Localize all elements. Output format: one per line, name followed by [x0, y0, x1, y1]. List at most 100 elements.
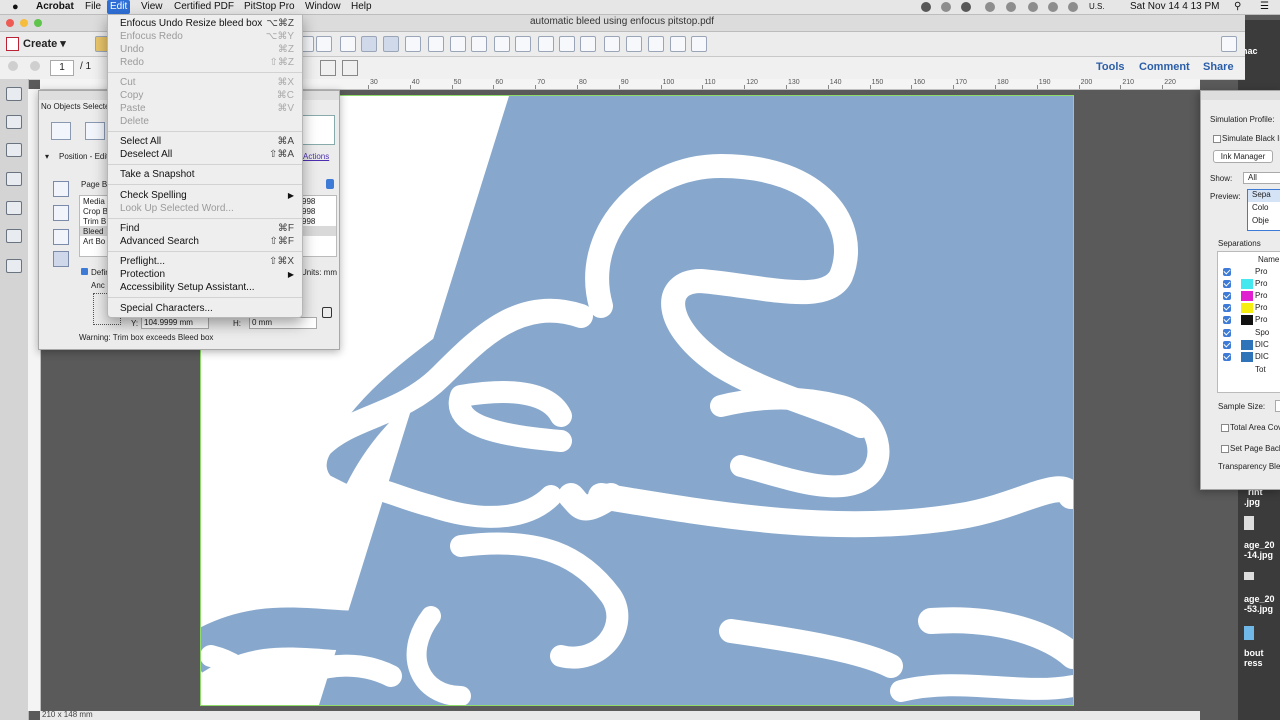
share-link[interactable]: Share	[1203, 61, 1234, 73]
separation-row[interactable]: Pro	[1201, 302, 1280, 314]
pitstop-tool-icon[interactable]	[316, 36, 332, 52]
select-arrow-icon[interactable]	[340, 36, 356, 52]
height-input[interactable]: 0 mm	[249, 317, 317, 329]
fullscreen-icon[interactable]	[1221, 36, 1237, 52]
simulate-black-checkbox[interactable]	[1213, 135, 1221, 143]
menu-item-select-all[interactable]: Select All ⌘A	[108, 135, 302, 148]
volume-icon[interactable]	[1068, 2, 1078, 12]
page-number-input[interactable]: 1	[50, 60, 74, 76]
menu-item-accessibility-setup[interactable]: Accessibility Setup Assistant...	[108, 281, 302, 294]
transform-tool-icon[interactable]	[538, 36, 554, 52]
edit-text-icon[interactable]	[471, 36, 487, 52]
select-image-icon[interactable]	[405, 36, 421, 52]
select-objects-icon[interactable]	[361, 36, 377, 52]
shield-icon[interactable]	[961, 2, 971, 12]
link-tool-icon[interactable]	[604, 36, 620, 52]
pin-tool-icon[interactable]	[648, 36, 664, 52]
type-tool-icon[interactable]	[515, 36, 531, 52]
move-object-icon[interactable]	[53, 181, 69, 197]
file-thumbnail-icon[interactable]	[1244, 516, 1254, 530]
desktop-file-label[interactable]: -53.jpg	[1244, 604, 1273, 614]
separation-row[interactable]: Pro	[1201, 266, 1280, 278]
menu-item-preflight[interactable]: Preflight... ⇧⌘X	[108, 255, 302, 268]
inspector-select-icon[interactable]	[51, 122, 71, 140]
separation-checkbox[interactable]	[1223, 353, 1231, 361]
show-select[interactable]: All	[1243, 172, 1280, 184]
separation-checkbox[interactable]	[1223, 268, 1231, 276]
page-background-checkbox[interactable]	[1221, 445, 1229, 453]
undo-icon[interactable]	[691, 36, 707, 52]
separation-row[interactable]: DIC	[1201, 339, 1280, 351]
zoom-window-button[interactable]	[34, 19, 42, 27]
menu-item-advanced-search[interactable]: Advanced Search ⇧⌘F	[108, 235, 302, 248]
menu-item-special-characters[interactable]: Special Characters...	[108, 302, 302, 315]
menu-item-enfocus-undo[interactable]: Enfocus Undo Resize bleed box ⌥⌘Z	[108, 17, 302, 30]
file-thumbnail-icon[interactable]	[1244, 572, 1254, 580]
define-checkbox[interactable]	[81, 268, 88, 275]
close-window-button[interactable]	[6, 19, 14, 27]
separation-checkbox[interactable]	[1223, 316, 1231, 324]
next-page-icon[interactable]	[30, 61, 40, 71]
desktop-file-label[interactable]: .jpg	[1244, 497, 1260, 507]
desktop-file-label[interactable]: ress	[1244, 658, 1263, 668]
select-text-icon[interactable]	[383, 36, 399, 52]
separation-checkbox[interactable]	[1223, 292, 1231, 300]
page-box-icon[interactable]	[53, 251, 69, 267]
file-menu[interactable]: File	[85, 0, 101, 14]
tags-icon[interactable]	[6, 229, 22, 243]
app-menu[interactable]: Acrobat	[36, 0, 74, 14]
menu-item-check-spelling[interactable]: Check Spelling ▶	[108, 189, 302, 202]
preview-mode-option[interactable]: Obje	[1252, 216, 1269, 225]
scale-object-icon[interactable]	[53, 229, 69, 245]
preview-mode-option[interactable]: Colo	[1252, 203, 1268, 212]
separation-row[interactable]: Tot	[1201, 364, 1280, 376]
y-position-input[interactable]: 104.9999 mm	[141, 317, 209, 329]
comment-link[interactable]: Comment	[1139, 61, 1190, 73]
separation-row[interactable]: Pro	[1201, 290, 1280, 302]
apple-menu-icon[interactable]: ●	[12, 0, 19, 14]
menu-item-find[interactable]: Find ⌘F	[108, 222, 302, 235]
total-area-checkbox[interactable]	[1221, 424, 1229, 432]
page-box-dropdown-icon[interactable]	[326, 179, 334, 189]
crop-tool-icon[interactable]	[494, 36, 510, 52]
ink-manager-button[interactable]: Ink Manager	[1213, 150, 1273, 163]
place-image-icon[interactable]	[559, 36, 575, 52]
align-object-icon[interactable]	[53, 205, 69, 221]
separation-row[interactable]: DIC	[1201, 351, 1280, 363]
separation-row[interactable]: Pro	[1201, 314, 1280, 326]
menu-item-deselect-all[interactable]: Deselect All ⇧⌘A	[108, 148, 302, 161]
menu-item-take-snapshot[interactable]: Take a Snapshot	[108, 168, 302, 181]
gear-icon[interactable]	[941, 2, 951, 12]
desktop-file-label[interactable]: age_20	[1244, 540, 1275, 550]
position-section-toggle[interactable]: ▾	[45, 152, 49, 161]
inspector-objects-icon[interactable]	[85, 122, 105, 140]
control-center-icon[interactable]: ☰	[1260, 0, 1269, 14]
layers-icon[interactable]	[6, 172, 22, 186]
help-menu[interactable]: Help	[351, 0, 372, 14]
bluetooth-icon[interactable]	[1006, 2, 1016, 12]
align-tool-icon[interactable]	[580, 36, 596, 52]
move-tool-icon[interactable]	[428, 36, 444, 52]
edit-menu-title[interactable]: Edit	[107, 0, 131, 14]
separation-checkbox[interactable]	[1223, 304, 1231, 312]
separation-checkbox[interactable]	[1223, 329, 1231, 337]
tools-link[interactable]: Tools	[1096, 61, 1125, 73]
file-thumbnail-icon[interactable]	[1244, 626, 1254, 640]
window-menu[interactable]: Window	[305, 0, 341, 14]
preview-mode-option[interactable]: Sepa	[1248, 190, 1280, 202]
time-machine-icon[interactable]	[985, 2, 995, 12]
lock-icon[interactable]	[322, 307, 332, 318]
bookmarks-icon[interactable]	[6, 115, 22, 129]
view-menu[interactable]: View	[141, 0, 163, 14]
signatures-icon[interactable]	[6, 201, 22, 215]
airplay-icon[interactable]	[1048, 2, 1058, 12]
sample-size-select[interactable]	[1275, 400, 1280, 412]
fit-width-icon[interactable]	[320, 60, 336, 76]
fit-page-icon[interactable]	[342, 60, 358, 76]
record-icon[interactable]	[921, 2, 931, 12]
pitstop-pro-menu[interactable]: PitStop Pro	[244, 0, 295, 14]
spotlight-search-icon[interactable]: ⚲	[1234, 0, 1241, 14]
certified-pdf-menu[interactable]: Certified PDF	[174, 0, 234, 14]
menu-item-protection[interactable]: Protection ▶	[108, 268, 302, 281]
minimize-window-button[interactable]	[20, 19, 28, 27]
